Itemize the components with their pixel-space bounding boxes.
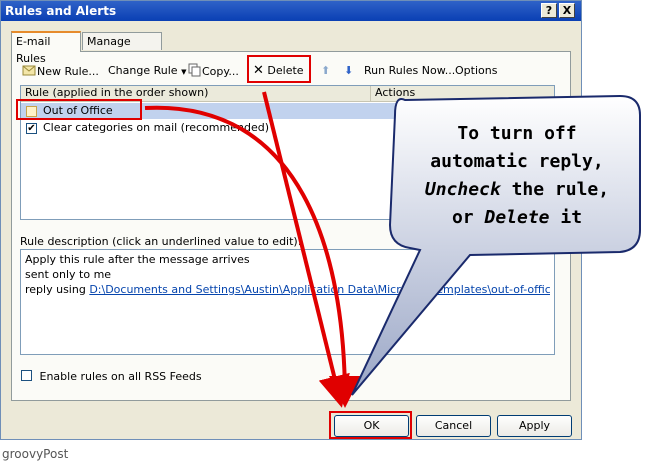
move-down-icon[interactable]: ⬇ <box>344 63 353 79</box>
callout-text: To turn off automatic reply, Uncheck the… <box>424 123 610 228</box>
groovypost-credit: groovyPost <box>2 447 69 461</box>
rss-rules-checkbox-row[interactable]: Enable rules on all RSS Feeds <box>21 370 202 384</box>
change-rule-button[interactable]: Change Rule ▼ <box>108 63 186 79</box>
move-up-icon[interactable]: ⬆ <box>321 63 330 79</box>
template-path-link[interactable]: D:\Documents and Settings\Austin\Applica… <box>89 283 550 296</box>
rss-rules-checkbox[interactable] <box>21 370 32 381</box>
tab-manage-alerts[interactable]: Manage Alerts <box>82 32 162 65</box>
cancel-button[interactable]: Cancel <box>416 415 491 437</box>
delete-highlight-box <box>247 55 311 83</box>
run-rules-now-button[interactable]: Run Rules Now... <box>364 63 455 79</box>
window-title: Rules and Alerts <box>5 4 117 18</box>
rule-checkbox-clear-categories[interactable]: ✔ <box>26 123 37 134</box>
rss-rules-label: Enable rules on all RSS Feeds <box>39 370 202 383</box>
title-bar: Rules and Alerts ? X <box>1 1 581 21</box>
rule-name: Clear categories on mail (recommended) <box>43 121 269 134</box>
dropdown-arrow-icon: ▼ <box>181 68 187 76</box>
description-line: sent only to me <box>25 268 112 281</box>
ok-highlight-box <box>329 411 412 439</box>
help-button[interactable]: ? <box>541 3 557 18</box>
out-of-office-highlight-box <box>16 99 142 120</box>
options-button[interactable]: Options <box>455 63 497 79</box>
copy-icon <box>188 63 201 77</box>
description-line: reply using D:\Documents and Settings\Au… <box>25 282 550 297</box>
description-line: Apply this rule after the message arrive… <box>25 253 250 266</box>
close-button[interactable]: X <box>559 3 575 18</box>
rule-description-box: Apply this rule after the message arrive… <box>20 249 555 355</box>
actions-column-header[interactable]: Actions <box>371 86 554 101</box>
copy-button[interactable]: Copy... <box>188 63 239 79</box>
rule-description-label: Rule description (click an underlined va… <box>20 235 302 248</box>
tab-email-rules[interactable]: E-mail Rules <box>11 31 81 65</box>
apply-button[interactable]: Apply <box>497 415 572 437</box>
